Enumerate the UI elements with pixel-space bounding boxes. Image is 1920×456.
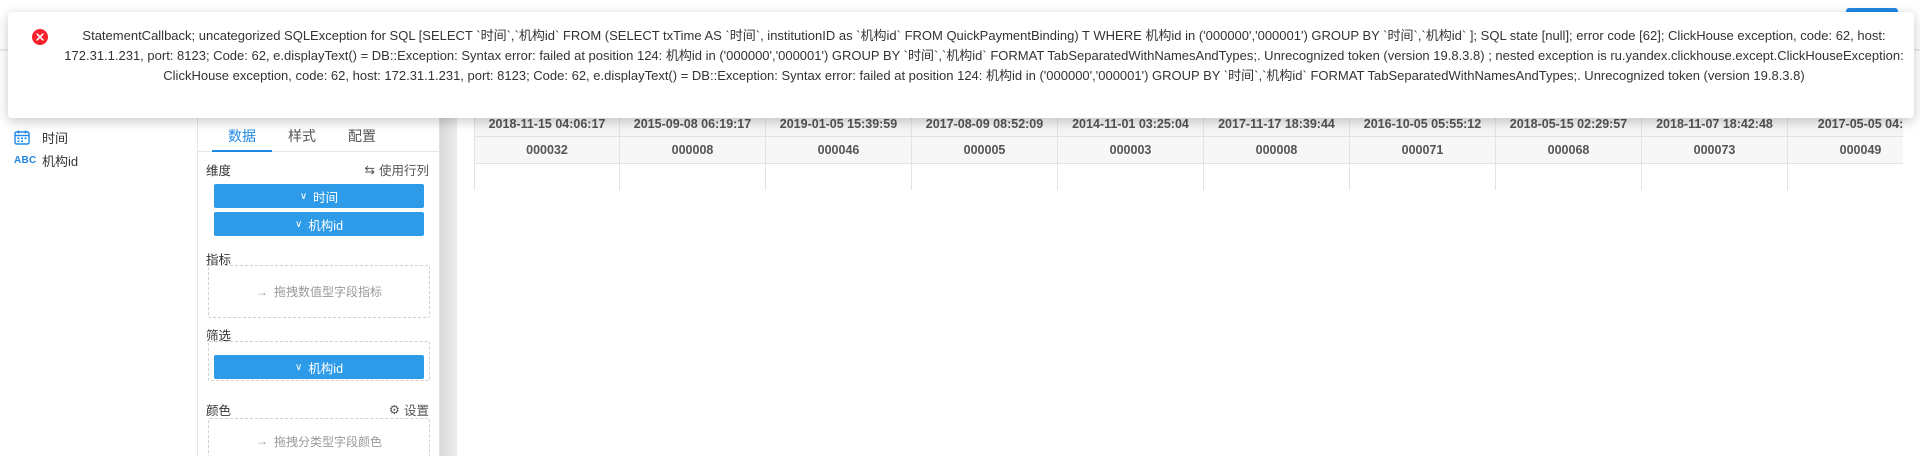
field-label: 时间 [42,130,69,146]
table-cell-id: 000073 [1642,137,1788,164]
metrics-dropzone[interactable]: → 拖拽数值型字段指标 [208,265,430,318]
dimension-pill-time[interactable]: ∨ 时间 [214,184,424,208]
table-cell-empty [474,164,620,190]
table-cell-id: 000046 [766,137,912,164]
pill-label: 机构id [308,361,344,376]
dropzone-hint: 拖拽数值型字段指标 [273,285,382,299]
table-cell-empty [1350,164,1496,190]
field-label: 机构id [42,153,79,169]
table-cell-id: 000071 [1350,137,1496,164]
table-cell-empty [766,164,912,190]
tab-data[interactable]: 数据 [212,124,272,152]
abc-icon: ABC [14,154,37,166]
table-cell-id: 000005 [912,137,1058,164]
pill-label: 时间 [313,190,339,205]
table-cell-id: 000032 [474,137,620,164]
calendar-icon [14,130,34,145]
arrow-right-icon: → [255,284,268,299]
chevron-down-icon: ∨ [294,218,303,230]
data-table: 2018-11-15 04:06:17 2015-09-08 06:19:17 20… [474,110,1903,190]
dimension-pill-institution-id[interactable]: ∨ 机构id [214,212,424,236]
table-cell-id: 000049 [1788,137,1903,164]
field-item-institution-id[interactable]: ABC 机构id [14,150,78,170]
table-cell-id: 000068 [1496,137,1642,164]
table-cell-empty [1788,164,1903,190]
table-cell-empty [912,164,1058,190]
field-item-time[interactable]: 时间 [14,127,68,147]
dimensions-label: 维度 [206,164,232,178]
table-cell-empty [1642,164,1788,190]
color-dropzone[interactable]: → 拖拽分类型字段颜色 [208,418,430,456]
color-label: 颜色 [206,404,232,418]
chevron-down-icon: ∨ [294,361,303,373]
swap-icon: ⇆ [364,163,375,177]
filter-pill-institution-id[interactable]: ∨ 机构id [214,355,424,379]
arrow-right-icon: → [255,434,268,448]
table-cell-empty [1204,164,1350,190]
error-notification: StatementCallback; uncategorized SQLExce… [8,12,1914,118]
gear-icon: ⚙ [388,403,400,417]
color-settings-button[interactable]: ⚙ 设置 [389,400,429,419]
table-cell-empty [1496,164,1642,190]
tab-style[interactable]: 样式 [272,124,332,152]
dropzone-hint: 拖拽分类型字段颜色 [273,434,382,449]
table-row-empty [474,164,1903,190]
swap-rows-columns-button[interactable]: ⇆ 使用行列 [365,160,430,179]
config-tabs: 数据 样式 配置 [198,124,440,152]
table-cell-id: 000008 [620,137,766,164]
tab-config[interactable]: 配置 [332,124,392,152]
error-message: StatementCallback; uncategorized SQLExce… [64,28,1904,83]
error-circle-icon [32,29,48,45]
table-cell-id: 000003 [1058,137,1204,164]
table-cell-empty [620,164,766,190]
settings-label: 设置 [403,404,429,418]
chevron-down-icon: ∨ [299,190,308,202]
swap-label: 使用行列 [378,164,429,178]
table-row: 000032 000008 000046 000005 000003 000008 0000… [474,137,1903,164]
table-cell-id: 000008 [1204,137,1350,164]
table-cell-empty [1058,164,1204,190]
pill-label: 机构id [308,218,344,233]
